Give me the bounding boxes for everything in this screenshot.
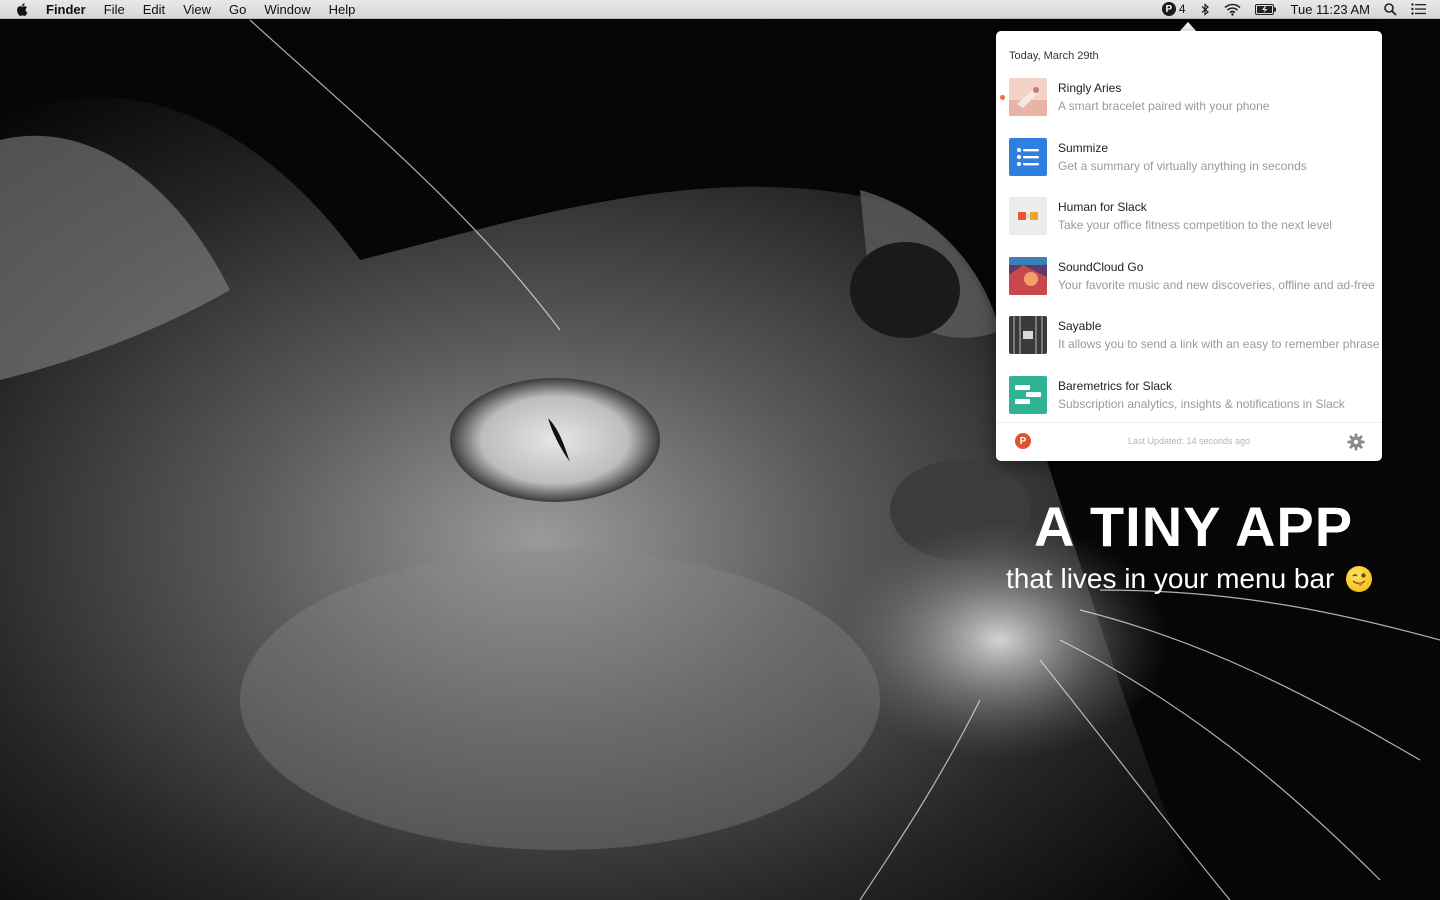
product-tagline: It allows you to send a link with an eas… bbox=[1058, 337, 1380, 352]
product-tagline: A smart bracelet paired with your phone bbox=[1058, 99, 1270, 113]
product-thumbnail bbox=[1009, 78, 1047, 116]
date-header: Today, March 29th bbox=[1009, 50, 1099, 62]
settings-gear-icon[interactable] bbox=[1347, 433, 1365, 451]
list-item[interactable]: Sayable It allows you to send a link wit… bbox=[996, 316, 1382, 376]
bluetooth-icon[interactable] bbox=[1200, 0, 1210, 19]
popover-footer: P Last Updated: 14 seconds ago bbox=[996, 422, 1382, 461]
unread-dot-icon bbox=[1000, 95, 1005, 100]
product-thumbnail bbox=[1009, 256, 1047, 295]
hero-subtitle: that lives in your menu bar bbox=[1006, 563, 1373, 595]
wifi-icon[interactable] bbox=[1223, 0, 1241, 19]
battery-icon[interactable] bbox=[1254, 0, 1277, 19]
menu-window[interactable]: Window bbox=[255, 0, 319, 19]
apple-menu-icon[interactable] bbox=[16, 1, 30, 17]
product-name: SoundCloud Go bbox=[1058, 259, 1144, 274]
list-item[interactable]: Human for Slack Take your office fitness… bbox=[996, 197, 1382, 257]
menu-view[interactable]: View bbox=[174, 0, 220, 19]
menu-file[interactable]: File bbox=[95, 0, 134, 19]
menu-bar: Finder File Edit View Go Window Help P 4… bbox=[0, 0, 1440, 19]
product-tagline: Get a summary of virtually anything in s… bbox=[1058, 158, 1307, 173]
list-item[interactable]: SoundCloud Go Your favorite music and ne… bbox=[996, 256, 1382, 317]
last-updated-text: Last Updated: 14 seconds ago bbox=[1127, 436, 1251, 446]
product-thumbnail bbox=[1009, 316, 1047, 355]
product-name: Human for Slack bbox=[1058, 200, 1147, 215]
product-name: Ringly Aries bbox=[1058, 81, 1122, 95]
post-list: Ringly Aries A smart bracelet paired wit… bbox=[996, 78, 1382, 436]
menu-go[interactable]: Go bbox=[220, 0, 255, 19]
producthunt-status-item[interactable]: P 4 bbox=[1161, 2, 1186, 16]
menu-clock[interactable]: Tue 11:23 AM bbox=[1291, 2, 1371, 17]
menu-app-name[interactable]: Finder bbox=[46, 0, 95, 19]
product-tagline: Your favorite music and new discoveries,… bbox=[1058, 277, 1375, 292]
menu-help[interactable]: Help bbox=[320, 0, 365, 19]
product-name: Summize bbox=[1058, 140, 1109, 155]
producthunt-status-icon: P bbox=[1161, 2, 1176, 16]
product-tagline: Subscription analytics, insights & notif… bbox=[1058, 396, 1345, 411]
producthunt-count: 4 bbox=[1178, 2, 1186, 16]
list-item[interactable]: Summize Get a summary of virtually anyth… bbox=[996, 137, 1382, 198]
notification-center-icon[interactable] bbox=[1411, 0, 1426, 19]
winking-tongue-emoji-icon bbox=[1346, 566, 1373, 592]
hero-subtitle-text: that lives in your menu bar bbox=[1006, 563, 1335, 594]
product-thumbnail bbox=[1009, 137, 1047, 176]
hero-title: A TINY APP bbox=[1034, 495, 1354, 558]
producthunt-popover: Today, March 29th Ringly Aries A smart b… bbox=[996, 31, 1382, 461]
product-thumbnail bbox=[1009, 375, 1047, 414]
menu-edit[interactable]: Edit bbox=[134, 0, 174, 19]
product-thumbnail bbox=[1009, 197, 1047, 236]
spotlight-search-icon[interactable] bbox=[1384, 0, 1397, 19]
list-item[interactable]: Ringly Aries A smart bracelet paired wit… bbox=[996, 78, 1382, 138]
product-tagline: Take your office fitness competition to … bbox=[1058, 218, 1332, 233]
product-name: Baremetrics for Slack bbox=[1058, 378, 1173, 393]
product-name: Sayable bbox=[1058, 319, 1102, 334]
